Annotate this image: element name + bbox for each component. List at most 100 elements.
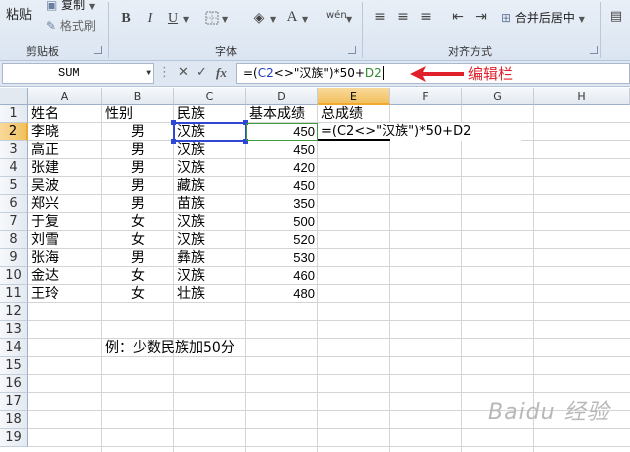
cell-c3[interactable]: 汉族	[177, 141, 243, 159]
cell-b4[interactable]: 男	[105, 159, 171, 177]
cell-b10[interactable]: 女	[105, 267, 171, 285]
cell-d10[interactable]: 460	[249, 267, 315, 285]
align-left-icon[interactable]: ≡	[372, 9, 388, 25]
resize-handle[interactable]	[171, 139, 176, 144]
cancel-icon[interactable]: ✕	[178, 63, 189, 83]
cell-d5[interactable]: 450	[249, 177, 315, 195]
decrease-indent-icon[interactable]: ⇤	[450, 9, 466, 25]
align-center-icon[interactable]: ≡	[395, 9, 411, 25]
row-header-17[interactable]: 17	[0, 393, 28, 411]
cell-a10[interactable]: 金达	[31, 267, 99, 285]
row-header-6[interactable]: 6	[0, 195, 28, 213]
cell-c6[interactable]: 苗族	[177, 195, 243, 213]
cell-d11[interactable]: 480	[249, 285, 315, 303]
underline-button[interactable]: U	[165, 11, 181, 27]
row-header-1[interactable]: 1	[0, 105, 28, 123]
cell-d4[interactable]: 420	[249, 159, 315, 177]
phonetic-dropdown-icon[interactable]: ▼	[346, 15, 352, 24]
clipboard-launcher-icon[interactable]	[94, 46, 102, 54]
cell-a3[interactable]: 高正	[31, 141, 99, 159]
cell-b2[interactable]: 男	[105, 123, 171, 141]
fill-color-dropdown-icon[interactable]: ▼	[270, 15, 276, 24]
column-header-g[interactable]: G	[462, 88, 534, 105]
row-header-10[interactable]: 10	[0, 267, 28, 285]
cell-a1[interactable]: 姓名	[31, 105, 99, 123]
copy-button[interactable]: ▣ 复制 ▼	[46, 0, 95, 13]
cell-b6[interactable]: 男	[105, 195, 171, 213]
cell-d8[interactable]: 520	[249, 231, 315, 249]
cell-d9[interactable]: 530	[249, 249, 315, 267]
format-painter-button[interactable]: ✎ 格式刷	[46, 17, 96, 34]
increase-indent-icon[interactable]: ⇥	[473, 9, 489, 25]
row-header-5[interactable]: 5	[0, 177, 28, 195]
cell-d7[interactable]: 500	[249, 213, 315, 231]
select-all-corner[interactable]	[0, 88, 28, 105]
cell-a4[interactable]: 张建	[31, 159, 99, 177]
column-header-a[interactable]: A	[28, 88, 102, 105]
column-header-b[interactable]: B	[102, 88, 174, 105]
borders-icon[interactable]	[204, 11, 220, 27]
bold-button[interactable]: B	[118, 11, 134, 27]
row-header-18[interactable]: 18	[0, 411, 28, 429]
insert-function-icon[interactable]: fx	[216, 63, 227, 83]
paste-button[interactable]: 粘贴	[6, 4, 32, 23]
column-header-e[interactable]: E	[318, 88, 390, 105]
cell-c9[interactable]: 彝族	[177, 249, 243, 267]
fill-color-icon[interactable]: ◈	[251, 10, 267, 26]
name-box-dropdown-icon[interactable]: ▼	[146, 64, 151, 83]
cell-d6[interactable]: 350	[249, 195, 315, 213]
font-color-button[interactable]: A	[284, 9, 300, 25]
cell-d3[interactable]: 450	[249, 141, 315, 159]
align-right-icon[interactable]: ≡	[418, 9, 434, 25]
merge-dropdown-icon[interactable]: ▼	[579, 15, 585, 24]
column-header-f[interactable]: F	[390, 88, 462, 105]
name-box[interactable]: SUM ▼	[2, 63, 154, 84]
italic-button[interactable]: I	[142, 11, 158, 27]
row-header-16[interactable]: 16	[0, 375, 28, 393]
row-header-14[interactable]: 14	[0, 339, 28, 357]
cell-a9[interactable]: 张海	[31, 249, 99, 267]
borders-dropdown-icon[interactable]: ▼	[222, 15, 228, 24]
cell-a5[interactable]: 吴波	[31, 177, 99, 195]
row-header-3[interactable]: 3	[0, 141, 28, 159]
number-format-icon[interactable]: ▤	[608, 9, 624, 25]
cell-a7[interactable]: 于复	[31, 213, 99, 231]
cell-a8[interactable]: 刘雪	[31, 231, 99, 249]
row-header-9[interactable]: 9	[0, 249, 28, 267]
copy-dropdown-icon[interactable]: ▼	[89, 2, 95, 11]
row-header-13[interactable]: 13	[0, 321, 28, 339]
row-header-4[interactable]: 4	[0, 159, 28, 177]
cell-b14-note[interactable]: 例：少数民族加50分	[105, 339, 325, 357]
cell-b3[interactable]: 男	[105, 141, 171, 159]
alignment-launcher-icon[interactable]	[590, 46, 598, 54]
row-header-8[interactable]: 8	[0, 231, 28, 249]
cell-b1[interactable]: 性别	[105, 105, 171, 123]
cell-b8[interactable]: 女	[105, 231, 171, 249]
cell-c5[interactable]: 藏族	[177, 177, 243, 195]
underline-dropdown-icon[interactable]: ▼	[183, 15, 189, 24]
cell-a6[interactable]: 郑兴	[31, 195, 99, 213]
row-header-11[interactable]: 11	[0, 285, 28, 303]
cell-a11[interactable]: 王玲	[31, 285, 99, 303]
cell-c11[interactable]: 壮族	[177, 285, 243, 303]
cell-b9[interactable]: 男	[105, 249, 171, 267]
cell-e1[interactable]: 总成绩	[321, 105, 387, 123]
cell-d1[interactable]: 基本成绩	[249, 105, 315, 123]
column-header-h[interactable]: H	[534, 88, 630, 105]
resize-handle[interactable]	[171, 120, 176, 125]
row-header-7[interactable]: 7	[0, 213, 28, 231]
cell-c8[interactable]: 汉族	[177, 231, 243, 249]
row-header-12[interactable]: 12	[0, 303, 28, 321]
row-header-19[interactable]: 19	[0, 429, 28, 447]
cell-b5[interactable]: 男	[105, 177, 171, 195]
font-color-dropdown-icon[interactable]: ▼	[302, 15, 308, 24]
cell-c7[interactable]: 汉族	[177, 213, 243, 231]
cell-a2[interactable]: 李晓	[31, 123, 99, 141]
phonetic-icon[interactable]: wén	[326, 8, 347, 24]
column-header-c[interactable]: C	[174, 88, 246, 105]
font-launcher-icon[interactable]	[348, 46, 356, 54]
cell-c4[interactable]: 汉族	[177, 159, 243, 177]
enter-icon[interactable]: ✓	[196, 63, 207, 83]
cell-c1[interactable]: 民族	[177, 105, 243, 123]
column-header-d[interactable]: D	[246, 88, 318, 105]
